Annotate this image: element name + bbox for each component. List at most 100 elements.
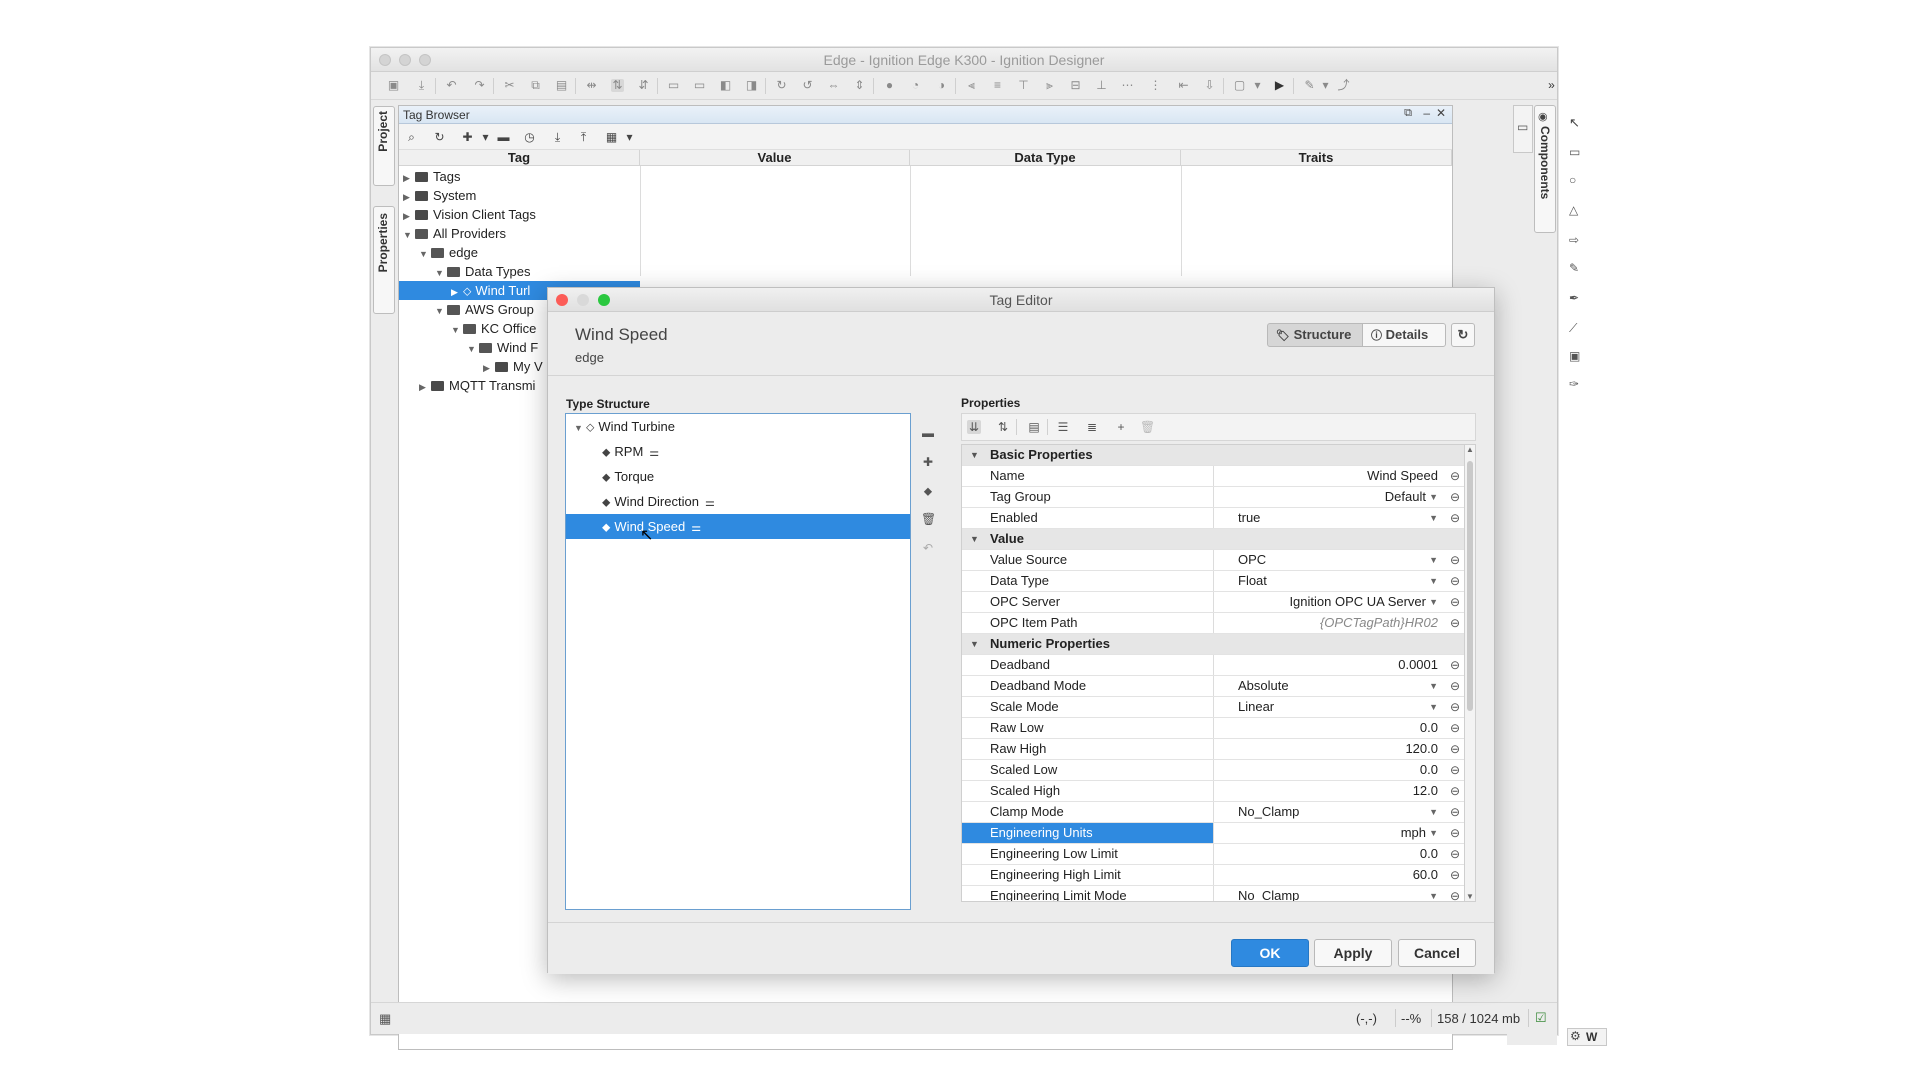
tag-tree-row[interactable]: ▶ System [399,186,640,205]
refresh-button[interactable]: ↻ [1451,323,1475,347]
expand-down-icon[interactable]: ▼ [574,416,586,441]
property-category[interactable]: ▼ Value [962,529,1464,550]
dropdown-arrow-icon[interactable]: ▼ [1429,676,1438,696]
ungroup-icon[interactable]: ▭ [693,79,706,92]
align-top-icon[interactable]: ⊤ [1017,79,1030,92]
space-h-icon[interactable]: ⇤ [1177,79,1190,92]
property-value-dropdown[interactable]: OPC ▼ ⊖ [1215,550,1464,570]
binding-link-icon[interactable]: ⊖ [1450,676,1460,696]
property-value-dropdown[interactable]: Linear ▼ ⊖ [1215,697,1464,717]
property-value-field[interactable]: 60.0 ⊖ [1215,865,1464,885]
property-row[interactable]: Data Type Float ▼ ⊖ [962,571,1464,592]
add-member-icon[interactable]: ✚ [921,455,935,469]
binding-link-icon[interactable]: ⊖ [1450,865,1460,885]
property-value-dropdown[interactable]: No_Clamp ▼ ⊖ [1215,802,1464,822]
dropdown-arrow-icon[interactable]: ▼ [1429,697,1438,717]
overflow-chevron-icon[interactable]: » [1545,79,1558,92]
property-row[interactable]: OPC Item Path {OPCTagPath}HR02 ⊖ [962,613,1464,634]
cancel-button[interactable]: Cancel [1398,939,1476,967]
distribute-v-icon[interactable]: ⋮ [1149,79,1162,92]
align-center-icon[interactable]: ≡ [991,79,1004,92]
flip-h-icon[interactable]: ⇔ [827,79,840,92]
property-row[interactable]: Raw Low 0.0 ⊖ [962,718,1464,739]
property-row[interactable]: Deadband Mode Absolute ▼ ⊖ [962,676,1464,697]
delete-icon[interactable]: ▬ [497,131,510,144]
apply-button[interactable]: Apply [1314,939,1392,967]
property-row[interactable]: Scaled Low 0.0 ⊖ [962,760,1464,781]
tools-dropdown-icon[interactable]: ▾ [1319,79,1332,92]
property-value-dropdown[interactable]: Float ▼ ⊖ [1215,571,1464,591]
save-icon[interactable]: ▣ [387,79,400,92]
grid-icon[interactable]: ▦ [379,1011,391,1027]
property-value-field[interactable]: 0.0 ⊖ [1215,844,1464,864]
tab-components[interactable]: ◉ Components [1534,105,1556,233]
binding-link-icon[interactable]: ⊖ [1450,844,1460,864]
align-right-icon[interactable]: ⫸ [1043,79,1056,92]
binding-link-icon[interactable]: ⊖ [1450,886,1460,901]
tag-icon[interactable]: ⬥ [921,484,935,498]
dropdown-arrow-icon[interactable]: ▼ [1429,886,1438,901]
property-category[interactable]: ▼ Numeric Properties [962,634,1464,655]
image-tool-icon[interactable]: ▣ [1569,349,1580,363]
search-icon[interactable]: ⌕ [405,131,418,144]
property-value-field[interactable]: 120.0 ⊖ [1215,739,1464,759]
polygon-tool-icon[interactable]: △ [1569,203,1578,217]
layout-icon[interactable]: ▢ [1233,79,1246,92]
dropdown-arrow-icon[interactable]: ▼ [1429,508,1438,528]
column-header-data-type[interactable]: Data Type [910,150,1181,166]
property-value-dropdown[interactable]: mph ▼ ⊖ [1215,823,1464,843]
binding-link-icon[interactable]: ⊖ [1450,571,1460,591]
binding-link-icon[interactable]: ⊖ [1450,655,1460,675]
shape-union-icon[interactable]: ● [883,79,896,92]
type-structure-row[interactable]: ⬥ RPM ⚌ [566,439,910,464]
binding-icon[interactable]: ▤ [1027,420,1041,434]
scroll-down-icon[interactable]: ▼ [1466,892,1474,901]
property-row[interactable]: Engineering Limit Mode No_Clamp ▼ ⊖ [962,886,1464,901]
add-tag-icon[interactable]: ✚ [461,131,474,144]
layout-dropdown-icon[interactable]: ▾ [1251,79,1264,92]
sort-icon[interactable]: ⇵ [637,79,650,92]
ok-button[interactable]: OK [1231,939,1309,967]
align-bottom-icon[interactable]: ⊥ [1095,79,1108,92]
undo-icon[interactable]: ↶ [921,541,935,555]
property-value-dropdown[interactable]: Default ▼ ⊖ [1215,487,1464,507]
binding-link-icon[interactable]: ⊖ [1450,487,1460,507]
undo-icon[interactable]: ↶ [445,79,458,92]
tools-icon[interactable]: ✎ [1303,79,1316,92]
property-row[interactable]: Scaled High 12.0 ⊖ [962,781,1464,802]
history-icon[interactable]: ◷ [523,131,536,144]
property-row[interactable]: Name Wind Speed ⊖ [962,466,1464,487]
column-header-value[interactable]: Value [640,150,910,166]
add-folder-icon[interactable]: ▬ [921,426,935,440]
delete-property-icon[interactable]: 🗑︎ [1140,420,1155,434]
property-row[interactable]: Enabled true ▼ ⊖ [962,508,1464,529]
delete-icon[interactable]: 🗑︎ [921,512,936,526]
rotate-left-icon[interactable]: ↺ [801,79,814,92]
type-structure-row[interactable]: ⬥ Torque [566,464,910,489]
table-view-dropdown-icon[interactable]: ▾ [623,131,636,144]
property-value-field[interactable]: 0.0 ⊖ [1215,718,1464,738]
type-structure-row[interactable]: ⬥ Wind Direction ⚌ [566,489,910,514]
group-icon[interactable]: ▭ [667,79,680,92]
front-icon[interactable]: ◧ [719,79,732,92]
property-row[interactable]: Scale Mode Linear ▼ ⊖ [962,697,1464,718]
flip-v-icon[interactable]: ⇕ [853,79,866,92]
binding-link-icon[interactable]: ⊖ [1450,697,1460,717]
property-value-dropdown[interactable]: Ignition OPC UA Server ▼ ⊖ [1215,592,1464,612]
collapse-all-icon[interactable]: ≣ [1085,420,1099,434]
shape-intersect-icon[interactable]: ◑ [935,79,948,92]
property-value-field[interactable]: 0.0001 ⊖ [1215,655,1464,675]
property-row[interactable]: Engineering Low Limit 0.0 ⊖ [962,844,1464,865]
property-value-field[interactable]: 12.0 ⊖ [1215,781,1464,801]
rect-tool-icon[interactable]: ▭ [1569,145,1580,159]
binding-link-icon[interactable]: ⊖ [1450,760,1460,780]
ellipse-tool-icon[interactable]: ○ [1569,173,1576,187]
dropdown-arrow-icon[interactable]: ▼ [1429,823,1438,843]
download-icon[interactable]: ⤓ [415,79,428,92]
pencil-tool-icon[interactable]: ✎ [1569,261,1579,275]
arrow-tool-icon[interactable]: ⇨ [1569,233,1579,247]
scroll-thumb[interactable] [1467,461,1473,711]
align-middle-icon[interactable]: ⊟ [1069,79,1082,92]
expand-right-icon[interactable]: ▶ [419,378,431,397]
binding-link-icon[interactable]: ⊖ [1450,550,1460,570]
